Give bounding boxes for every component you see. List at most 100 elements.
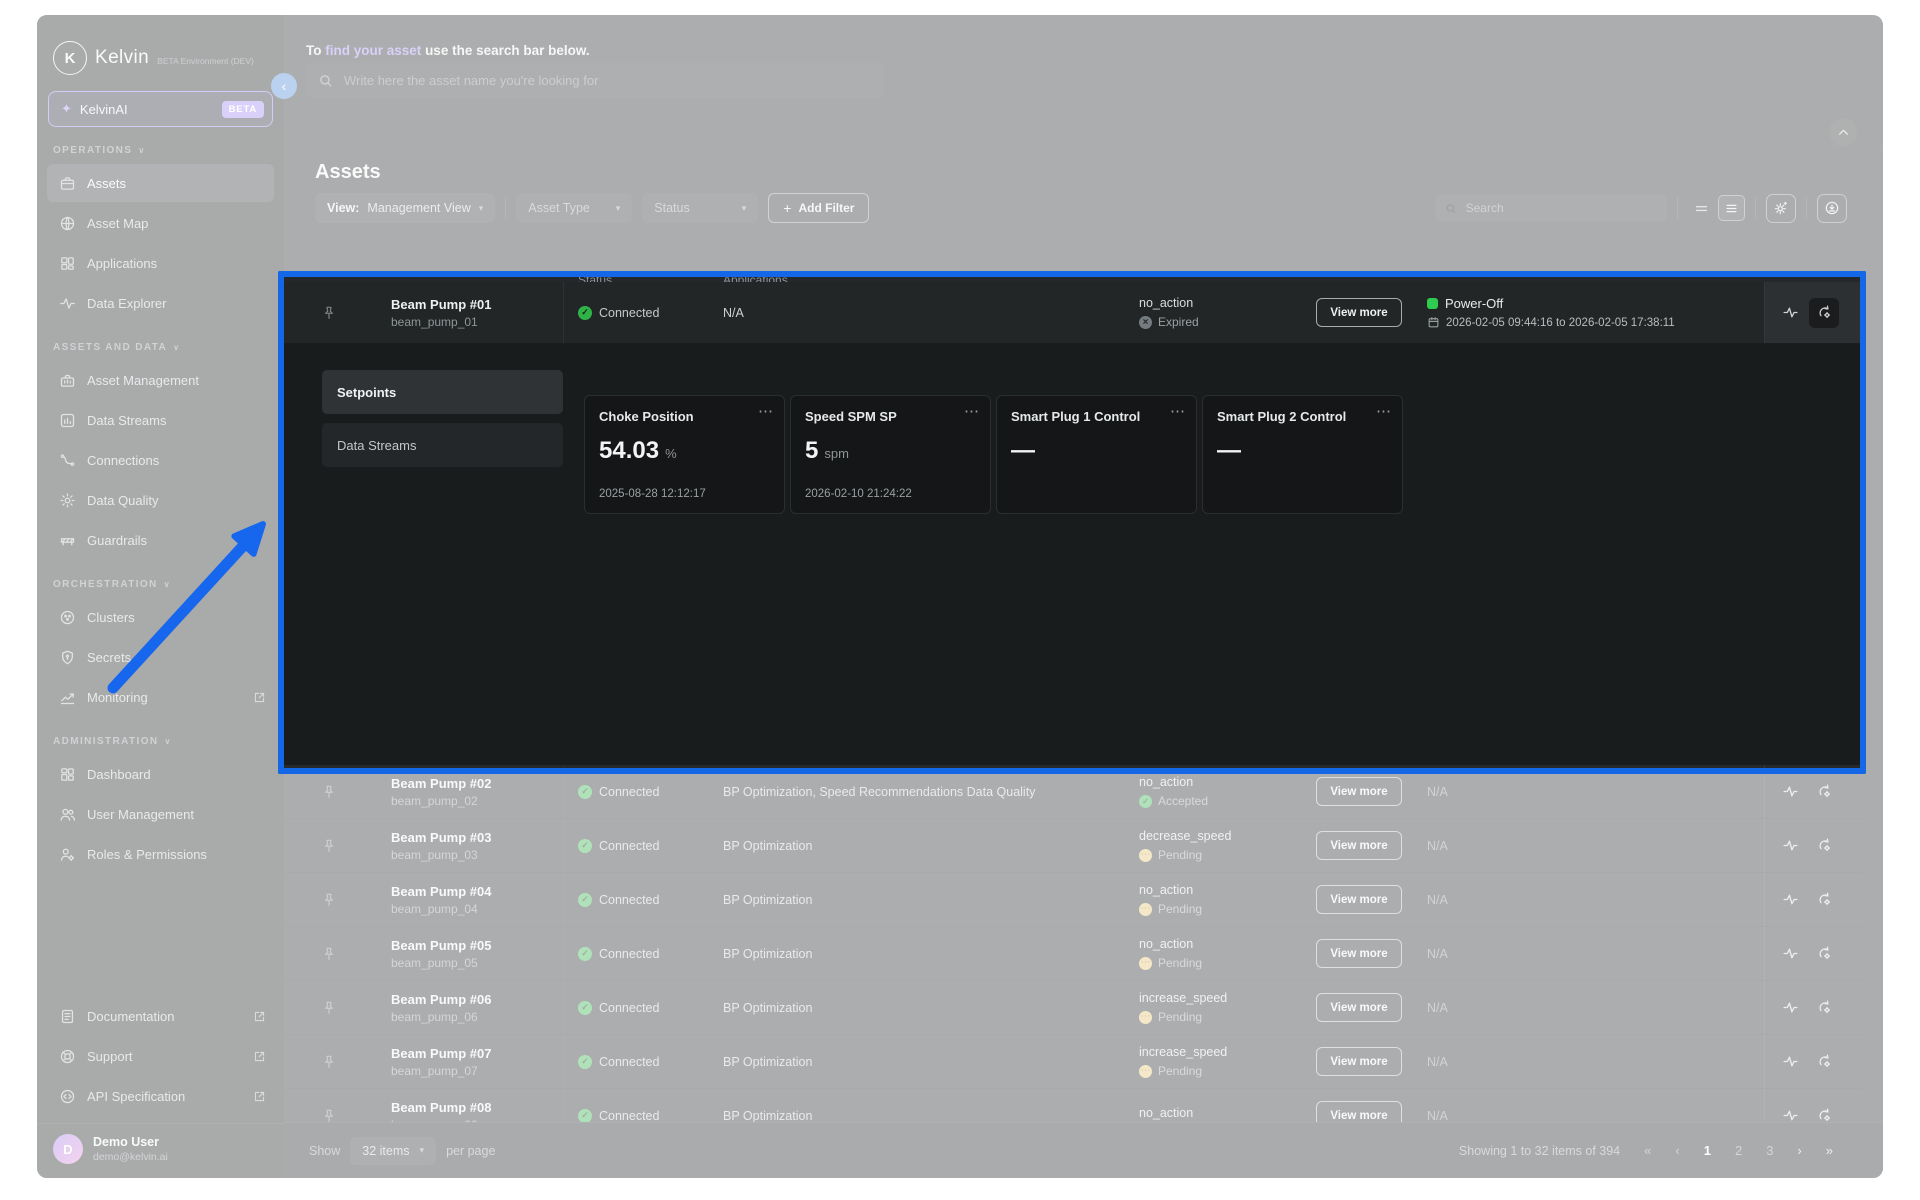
sidebar-item[interactable]: Monitoring	[47, 678, 274, 716]
setpoints-panel-button[interactable]	[1809, 1047, 1839, 1077]
tab-data-streams[interactable]: Data Streams	[322, 423, 563, 467]
data-explorer-shortcut-button[interactable]	[1775, 939, 1805, 969]
setpoints-panel-button[interactable]	[1809, 939, 1839, 969]
sidebar-item[interactable]: Support	[47, 1037, 274, 1075]
asset-row[interactable]: Beam Pump #07 beam_pump_07 ✓ Connected B…	[284, 1035, 1862, 1089]
asset-row[interactable]: Beam Pump #02 beam_pump_02 ✓ Connected B…	[284, 765, 1862, 819]
sidebar-item[interactable]: Asset Map	[47, 204, 274, 242]
asset-row[interactable]: Beam Pump #03 beam_pump_03 ✓ Connected B…	[284, 819, 1862, 873]
sidebar-item[interactable]: Data Explorer	[47, 284, 274, 322]
last-page-button[interactable]: »	[1826, 1143, 1833, 1158]
data-explorer-shortcut-button[interactable]	[1775, 831, 1805, 861]
pin-icon[interactable]	[284, 892, 374, 908]
asset-row[interactable]: Beam Pump #04 beam_pump_04 ✓ Connected B…	[284, 873, 1862, 927]
user-menu[interactable]: D Demo User demo@kelvin.ai	[37, 1123, 284, 1178]
section-header-operations[interactable]: OPERATIONS ∨	[37, 127, 284, 162]
detailed-list-view-button[interactable]	[1718, 195, 1745, 221]
view-more-button[interactable]: View more	[1316, 831, 1402, 860]
data-explorer-shortcut-button[interactable]	[1775, 993, 1805, 1023]
view-more-button[interactable]: View more	[1316, 885, 1402, 914]
page-number-button[interactable]: 3	[1766, 1143, 1773, 1158]
view-more-cell: View more	[1304, 777, 1414, 806]
view-more-button[interactable]: View more	[1316, 298, 1402, 327]
view-more-button[interactable]: View more	[1316, 777, 1402, 806]
sidebar-item[interactable]: Clusters	[47, 598, 274, 636]
schedule-range: 2026-02-05 09:44:16 to 2026-02-05 17:38:…	[1427, 316, 1764, 329]
export-button[interactable]	[1817, 194, 1847, 223]
page-number-button[interactable]: 1	[1704, 1143, 1711, 1158]
page-size-dropdown[interactable]: 32 items ▾	[350, 1137, 436, 1165]
table-search-input[interactable]	[1464, 200, 1657, 216]
compact-list-view-button[interactable]	[1688, 195, 1715, 221]
setpoints-panel-button[interactable]	[1809, 1101, 1839, 1123]
setpoints-panel-button[interactable]	[1809, 831, 1839, 861]
page-number-button[interactable]: 2	[1735, 1143, 1742, 1158]
sidebar-item[interactable]: Connections	[47, 441, 274, 479]
collapse-panel-button[interactable]	[1829, 118, 1857, 146]
sidebar-item[interactable]: Applications	[47, 244, 274, 282]
pin-icon[interactable]	[284, 305, 374, 321]
view-more-button[interactable]: View more	[1316, 939, 1402, 968]
sidebar-item[interactable]: Secrets	[47, 638, 274, 676]
setpoints-panel-button[interactable]	[1809, 885, 1839, 915]
asset-search-input[interactable]	[342, 72, 872, 89]
card-menu-icon[interactable]: ⋯	[1376, 402, 1392, 420]
view-more-button[interactable]: View more	[1316, 1101, 1402, 1122]
pin-icon[interactable]	[284, 1054, 374, 1070]
page: K Kelvin BETA Environment (DEV) ✦ Kelvin…	[0, 0, 1920, 1200]
action-state-icon	[1139, 1065, 1152, 1078]
tab-setpoints[interactable]: Setpoints	[322, 370, 563, 414]
pin-icon[interactable]	[284, 838, 374, 854]
view-more-button[interactable]: View more	[1316, 1047, 1402, 1076]
data-explorer-shortcut-button[interactable]	[1775, 777, 1805, 807]
sidebar-item[interactable]: Dashboard	[47, 755, 274, 793]
section-header-orchestration[interactable]: ORCHESTRATION ∨	[37, 561, 284, 596]
sidebar-item[interactable]: Asset Management	[47, 361, 274, 399]
sidebar-item[interactable]: Data Streams	[47, 401, 274, 439]
pin-icon[interactable]	[284, 784, 374, 800]
sidebar-collapse-button[interactable]: ‹	[271, 73, 297, 99]
card-menu-icon[interactable]: ⋯	[1170, 402, 1186, 420]
card-menu-icon[interactable]: ⋯	[758, 402, 774, 420]
sidebar-item[interactable]: Assets	[47, 164, 274, 202]
add-filter-button[interactable]: + Add Filter	[768, 193, 869, 223]
action-text: increase_speed	[1139, 991, 1304, 1005]
sidebar-item[interactable]: User Management	[47, 795, 274, 833]
sidebar-item[interactable]: API Specification	[47, 1077, 274, 1115]
sidebar-item[interactable]: Guardrails	[47, 521, 274, 559]
status-text: Connected	[599, 306, 659, 320]
data-explorer-shortcut-button[interactable]	[1775, 1047, 1805, 1077]
view-dropdown[interactable]: View: Management View ▾	[315, 193, 495, 223]
pin-icon[interactable]	[284, 1108, 374, 1123]
last-action-cell: no_action	[1134, 1106, 1304, 1122]
sidebar-item[interactable]: Roles & Permissions	[47, 835, 274, 873]
first-page-button[interactable]: «	[1644, 1143, 1651, 1158]
status-dropdown[interactable]: Status ▾	[642, 193, 758, 223]
data-explorer-shortcut-button[interactable]	[1775, 1101, 1805, 1123]
asset-type-dropdown[interactable]: Asset Type ▾	[516, 193, 632, 223]
find-your-asset-link[interactable]: find your asset	[325, 43, 421, 58]
asset-row[interactable]: Beam Pump #08 beam_pump_08 ✓ Connected B…	[284, 1089, 1862, 1122]
setpoints-panel-button[interactable]	[1809, 777, 1839, 807]
sidebar-item-kelvinai[interactable]: ✦ KelvinAI BETA	[48, 91, 273, 127]
pin-icon[interactable]	[284, 1000, 374, 1016]
card-menu-icon[interactable]: ⋯	[964, 402, 980, 420]
sidebar-item[interactable]: Data Quality	[47, 481, 274, 519]
setpoints-panel-button[interactable]	[1809, 993, 1839, 1023]
data-explorer-shortcut-button[interactable]	[1775, 885, 1805, 915]
data-explorer-shortcut-button[interactable]	[1775, 298, 1805, 328]
prev-page-button[interactable]: ‹	[1675, 1143, 1679, 1158]
section-header-administration[interactable]: ADMINISTRATION ∨	[37, 718, 284, 753]
section-header-assets-and-data[interactable]: ASSETS AND DATA ∨	[37, 324, 284, 359]
pin-icon[interactable]	[284, 946, 374, 962]
next-page-button[interactable]: ›	[1797, 1143, 1801, 1158]
setpoints-panel-button[interactable]	[1809, 298, 1839, 328]
asset-row[interactable]: Beam Pump #05 beam_pump_05 ✓ Connected B…	[284, 927, 1862, 981]
pagination-summary: Showing 1 to 32 items of 394	[1459, 1144, 1620, 1158]
asset-row[interactable]: Beam Pump #06 beam_pump_06 ✓ Connected B…	[284, 981, 1862, 1035]
table-settings-button[interactable]	[1766, 194, 1796, 223]
sidebar-item[interactable]: Documentation	[47, 997, 274, 1035]
asset-row-expanded[interactable]: Beam Pump #01 beam_pump_01 ✓ Connected N…	[284, 282, 1862, 344]
page-size-control: Show 32 items ▾ per page	[309, 1137, 495, 1165]
view-more-button[interactable]: View more	[1316, 993, 1402, 1022]
